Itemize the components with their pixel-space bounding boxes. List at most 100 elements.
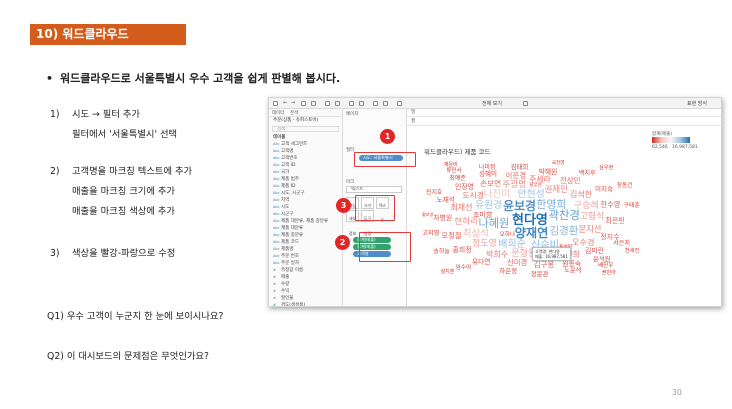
word-cloud-word[interactable]: 하은정	[499, 267, 517, 274]
field-item[interactable]: Abc지역	[269, 197, 342, 204]
word-cloud-word[interactable]: 고지영	[422, 230, 439, 237]
word-cloud-word[interactable]: 장동건	[617, 183, 633, 190]
field-item[interactable]: # 할인율	[269, 295, 342, 302]
field-item[interactable]: Abc시도, 시군구	[269, 190, 342, 197]
word-cloud-word[interactable]: 모정철	[442, 231, 462, 239]
word-cloud-word[interactable]: 구승헤	[574, 201, 599, 210]
word-cloud-word[interactable]: 백지후	[579, 171, 596, 177]
word-cloud-word[interactable]: 권재민	[545, 184, 568, 193]
field-item[interactable]: Abc고객 ID	[269, 162, 342, 169]
field-item[interactable]: Abc제품 코드	[269, 239, 342, 246]
word-cloud-word[interactable]: 전상민	[560, 177, 581, 185]
word-cloud-word[interactable]: 최예준	[449, 175, 466, 182]
word-cloud-word[interactable]: 나진미	[484, 190, 510, 200]
columns-shelf[interactable]: 열	[407, 109, 721, 117]
field-item[interactable]: Abc국가	[269, 169, 342, 176]
duplicate-icon[interactable]	[335, 101, 340, 106]
rows-shelf[interactable]: 행	[407, 118, 721, 126]
field-item[interactable]: # 경도(생성됨)	[269, 302, 342, 306]
field-item[interactable]: Abc고객 세그먼트	[269, 141, 342, 148]
word-cloud-word[interactable]: 안현성	[518, 189, 545, 200]
word-cloud-word[interactable]: 권민아	[602, 270, 616, 276]
word-cloud-word[interactable]: 차병원	[433, 215, 452, 222]
field-item[interactable]: Abc제품명	[269, 246, 342, 253]
show-me-button[interactable]: 표현 방식	[687, 100, 707, 107]
undo-icon[interactable]: ←	[283, 100, 287, 106]
chart-icon[interactable]	[523, 101, 528, 106]
field-item[interactable]: Abc주문 일자	[269, 260, 342, 267]
field-item[interactable]: Abc제품 대분류, 제품 중분류	[269, 218, 342, 225]
field-item[interactable]: # 측정값 이름	[269, 267, 342, 274]
new-datasource-icon[interactable]	[311, 101, 316, 106]
word-cloud-word[interactable]: 천세진	[625, 248, 640, 254]
word-cloud-word[interactable]: 류민서	[446, 168, 461, 174]
save-icon[interactable]	[301, 101, 306, 106]
field-item[interactable]: # 수익	[269, 288, 342, 295]
field-item[interactable]: Abc제품 대분류	[269, 225, 342, 232]
word-cloud-word[interactable]: 오수경	[572, 238, 595, 246]
word-cloud-word[interactable]: 정도영	[472, 240, 497, 249]
word-cloud-word[interactable]: 심우현	[599, 165, 614, 171]
word-cloud-word[interactable]: 고형석	[580, 212, 604, 222]
word-cloud-word[interactable]: 오하나	[500, 232, 515, 239]
word-cloud-word[interactable]: 김미란	[585, 247, 604, 255]
word-cloud-word[interactable]: 노윤석	[564, 267, 581, 274]
word-cloud-word[interactable]: 서은지	[613, 240, 630, 247]
word-cloud-word[interactable]: 김석한	[570, 190, 592, 198]
word-cloud-word[interactable]: 홍희정	[453, 246, 472, 254]
field-item[interactable]: Abc시군구	[269, 211, 342, 218]
word-cloud-word[interactable]: 문지선	[578, 225, 601, 234]
fit-select[interactable]: 전체 보기	[482, 100, 502, 107]
word-cloud-word[interactable]: 배진우	[598, 263, 613, 270]
word-cloud-word[interactable]: 황보영	[422, 212, 433, 217]
word-cloud-word[interactable]: 양재연	[515, 227, 549, 239]
word-cloud-word[interactable]: 정문관	[531, 270, 549, 277]
word-cloud-word[interactable]: 최재선	[451, 203, 473, 212]
word-cloud-word[interactable]: 한영희	[536, 199, 566, 211]
word-cloud-word[interactable]: 최은빈	[605, 217, 625, 224]
word-cloud-word[interactable]: 민지호	[426, 190, 442, 197]
highlight-icon[interactable]	[373, 101, 378, 106]
word-cloud-word[interactable]: 이지숙	[595, 186, 613, 193]
word-cloud-word[interactable]: 곽찬경	[549, 210, 580, 222]
word-cloud-word[interactable]: 국진영	[552, 161, 565, 167]
word-cloud-word[interactable]: 성혜미	[479, 171, 497, 178]
word-cloud-word[interactable]: 김구봉	[534, 261, 554, 269]
word-cloud-word[interactable]: 임수아	[455, 265, 471, 272]
label-icon[interactable]	[397, 101, 402, 106]
sort-icon[interactable]	[359, 101, 364, 106]
field-item[interactable]: Abc고객번호	[269, 155, 342, 162]
field-item[interactable]: Abc제품 범주	[269, 176, 342, 183]
word-cloud-word[interactable]: 채은비	[444, 162, 458, 168]
field-item[interactable]: Abc시도	[269, 204, 342, 211]
word-cloud-word[interactable]: 유원경	[475, 200, 502, 211]
word-cloud-word[interactable]: 노재석	[437, 197, 455, 204]
word-cloud-word[interactable]: 조미향	[473, 211, 492, 218]
word-cloud-word[interactable]: 현다영	[512, 214, 548, 227]
word-cloud-word[interactable]: 김경환	[549, 225, 578, 237]
field-item[interactable]: Abc주문 번호	[269, 253, 342, 260]
field-item[interactable]: Abc제품 중분류	[269, 232, 342, 239]
word-cloud-word[interactable]: 손보연	[480, 180, 501, 188]
word-cloud-word[interactable]: 인장영	[455, 184, 474, 191]
field-search-input[interactable]: 검색	[272, 126, 339, 132]
tab-analysis[interactable]: 분석	[290, 111, 298, 116]
marks-type-select[interactable]: 텍스트	[346, 186, 402, 193]
word-cloud-word[interactable]: 박혜원	[539, 168, 558, 176]
word-cloud-word[interactable]: 유다연	[472, 259, 491, 266]
word-cloud-word[interactable]: 김태희	[511, 163, 529, 170]
field-item[interactable]: # 매출	[269, 274, 342, 281]
word-cloud-word[interactable]: 나미정	[479, 164, 496, 171]
group-icon[interactable]	[383, 101, 388, 106]
word-cloud-word[interactable]: 신미경	[507, 259, 527, 267]
field-item[interactable]: Abc제품 ID	[269, 183, 342, 190]
word-cloud-word[interactable]: 주광명	[502, 181, 526, 190]
new-sheet-icon[interactable]	[325, 101, 330, 106]
word-cloud-word[interactable]: 남궁현	[529, 183, 541, 188]
field-item[interactable]: Abc고객명	[269, 148, 342, 155]
word-cloud-word[interactable]: 구태훈	[623, 202, 639, 209]
word-cloud-word[interactable]: 송하늘	[434, 249, 450, 256]
word-cloud-word[interactable]: 한수영	[601, 201, 621, 208]
field-item[interactable]: # 수량	[269, 281, 342, 288]
tab-data[interactable]: 데이터	[272, 111, 284, 116]
